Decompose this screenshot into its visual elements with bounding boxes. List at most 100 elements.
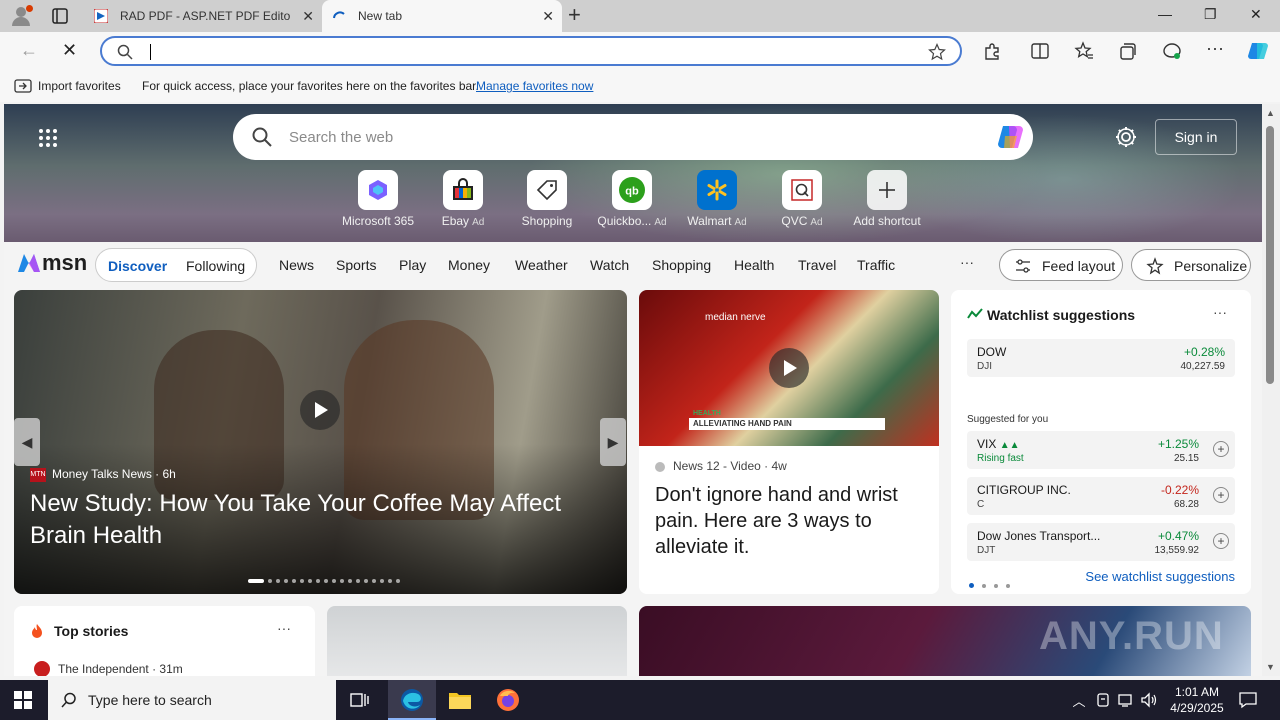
web-search-box[interactable]: Search the web: [233, 114, 1033, 160]
system-clock[interactable]: 1:01 AM 4/29/2025: [1162, 684, 1232, 716]
scrollbar-thumb[interactable]: [1266, 126, 1274, 384]
manage-favorites-link[interactable]: Manage favorites now: [476, 79, 593, 93]
shortcut-shopping[interactable]: Shopping: [502, 170, 592, 228]
firefox-taskbar-button[interactable]: [484, 680, 532, 720]
add-to-watchlist-icon[interactable]: +: [1213, 487, 1229, 503]
favorite-star-icon[interactable]: [928, 43, 946, 61]
collections-icon[interactable]: [1118, 41, 1138, 61]
show-hidden-icons[interactable]: ︿: [1070, 691, 1088, 709]
tab-rad-pdf[interactable]: RAD PDF - ASP.NET PDF Editor ar ✕: [84, 0, 322, 32]
taskbar-search-box[interactable]: Type here to search: [48, 680, 336, 720]
nav-traffic[interactable]: Traffic: [857, 257, 895, 273]
stock-name: DOW: [977, 345, 1007, 359]
page-settings-icon[interactable]: [1114, 125, 1138, 149]
import-favorites-link[interactable]: Import favorites: [38, 79, 121, 93]
volume-icon[interactable]: [1140, 691, 1158, 709]
top-stories-more-icon[interactable]: ···: [277, 620, 291, 636]
shortcut-microsoft-365[interactable]: Microsoft 365: [333, 170, 423, 228]
add-to-watchlist-icon[interactable]: +: [1213, 441, 1229, 457]
video-headline[interactable]: Don't ignore hand and wrist pain. Here a…: [655, 482, 925, 560]
app-launcher-icon[interactable]: [38, 128, 58, 148]
shortcut-quickbooks[interactable]: qb Quickbo... Ad: [587, 170, 677, 228]
microsoft-365-icon: [369, 180, 387, 200]
msn-logo[interactable]: msn: [16, 250, 87, 276]
nav-watch[interactable]: Watch: [590, 257, 629, 273]
shortcut-walmart[interactable]: Walmart Ad: [672, 170, 762, 228]
copilot-icon[interactable]: [995, 124, 1025, 150]
play-video-icon[interactable]: [769, 348, 809, 388]
add-to-watchlist-icon[interactable]: +: [1213, 533, 1229, 549]
new-tab-button[interactable]: +: [568, 4, 581, 26]
tab-following[interactable]: Following: [186, 258, 245, 274]
story-headline[interactable]: New Study: How You Take Your Coffee May …: [30, 488, 610, 552]
stop-loading-icon[interactable]: ✕: [62, 40, 77, 61]
file-explorer-taskbar-button[interactable]: [436, 680, 484, 720]
nav-more-icon[interactable]: ···: [960, 254, 974, 270]
stock-row-citigroup[interactable]: CITIGROUP INC. C -0.22% 68.28 +: [967, 477, 1235, 515]
minimize-icon[interactable]: —: [1158, 6, 1172, 22]
carousel-next-button[interactable]: ▶: [600, 418, 626, 466]
nav-shopping[interactable]: Shopping: [652, 257, 711, 273]
task-view-button[interactable]: [336, 680, 384, 720]
feature-story-card[interactable]: ◀ ▶ MTN Money Talks News · 6h New Study: …: [14, 290, 627, 594]
extensions-icon[interactable]: [982, 41, 1002, 61]
close-window-icon[interactable]: ✕: [1250, 6, 1262, 23]
stock-row-vix[interactable]: VIX ▲▲ Rising fast +1.25% 25.15 +: [967, 431, 1235, 469]
story-card-garage[interactable]: [327, 606, 627, 676]
tab-new-tab[interactable]: New tab ✕: [322, 0, 562, 32]
shortcut-label: Walmart: [687, 214, 732, 228]
nav-money[interactable]: Money: [448, 257, 490, 273]
firefox-icon: [497, 689, 519, 711]
profile-icon[interactable]: [8, 4, 34, 28]
play-video-icon[interactable]: [300, 390, 340, 430]
scroll-up-icon[interactable]: ▲: [1266, 108, 1275, 118]
shortcut-qvc[interactable]: QVC Ad: [757, 170, 847, 228]
add-shortcut-button[interactable]: Add shortcut: [842, 170, 932, 228]
search-icon: [117, 44, 133, 60]
notifications-icon[interactable]: [1238, 690, 1258, 710]
carousel-prev-button[interactable]: ◀: [14, 418, 40, 466]
address-bar[interactable]: [100, 36, 962, 66]
copilot-icon[interactable]: [1246, 39, 1270, 63]
personalize-button[interactable]: Personalize: [1131, 249, 1251, 281]
shortcut-ebay[interactable]: Ebay Ad: [418, 170, 508, 228]
story-card-large[interactable]: ANY.RUN: [639, 606, 1251, 676]
restore-icon[interactable]: ❐: [1204, 6, 1217, 23]
nav-weather[interactable]: Weather: [515, 257, 568, 273]
scroll-down-icon[interactable]: ▼: [1266, 662, 1275, 672]
video-story-card[interactable]: median nerve HEALTH ALLEVIATING HAND PAIN…: [639, 290, 939, 594]
network-icon[interactable]: [1117, 691, 1135, 709]
tab-actions-icon[interactable]: [48, 6, 72, 26]
back-icon[interactable]: ←: [20, 40, 38, 61]
settings-more-icon[interactable]: ···: [1206, 38, 1224, 59]
nav-play[interactable]: Play: [399, 257, 426, 273]
nav-sports[interactable]: Sports: [336, 257, 376, 273]
browser-essentials-icon[interactable]: [1162, 41, 1182, 61]
defender-icon[interactable]: [1094, 691, 1112, 709]
close-tab-icon[interactable]: ✕: [542, 8, 554, 25]
stock-row-dow[interactable]: DOW DJI +0.28% 40,227.59: [967, 339, 1235, 377]
suggested-label: Suggested for you: [967, 414, 1049, 425]
edge-taskbar-button[interactable]: [388, 680, 436, 720]
sliders-icon: [1016, 259, 1030, 273]
import-favorites-icon[interactable]: [14, 78, 32, 94]
nav-health[interactable]: Health: [734, 257, 774, 273]
sign-in-button[interactable]: Sign in: [1155, 119, 1237, 155]
nav-news[interactable]: News: [279, 257, 314, 273]
tab-discover[interactable]: Discover: [108, 258, 167, 274]
top-stories-card: Top stories ··· The Independent · 31m: [14, 606, 315, 676]
page-scrollbar[interactable]: ▲ ▼: [1262, 104, 1280, 676]
see-watchlist-link[interactable]: See watchlist suggestions: [1085, 569, 1235, 584]
feed-layout-button[interactable]: Feed layout: [999, 249, 1123, 281]
watchlist-more-icon[interactable]: ···: [1213, 304, 1227, 320]
favorites-bar: Import favorites For quick access, place…: [0, 70, 1280, 102]
close-tab-icon[interactable]: ✕: [302, 8, 314, 25]
shortcut-label: Add shortcut: [853, 214, 921, 228]
stock-row-dow-transport[interactable]: Dow Jones Transport... DJT +0.47% 13,559…: [967, 523, 1235, 561]
favorites-icon[interactable]: [1074, 41, 1094, 61]
watchlist-pager: [969, 575, 1018, 593]
split-screen-icon[interactable]: [1030, 41, 1050, 61]
story-source: MTN Money Talks News · 6h: [30, 467, 176, 482]
windows-start-icon[interactable]: [14, 691, 32, 709]
nav-travel[interactable]: Travel: [798, 257, 836, 273]
